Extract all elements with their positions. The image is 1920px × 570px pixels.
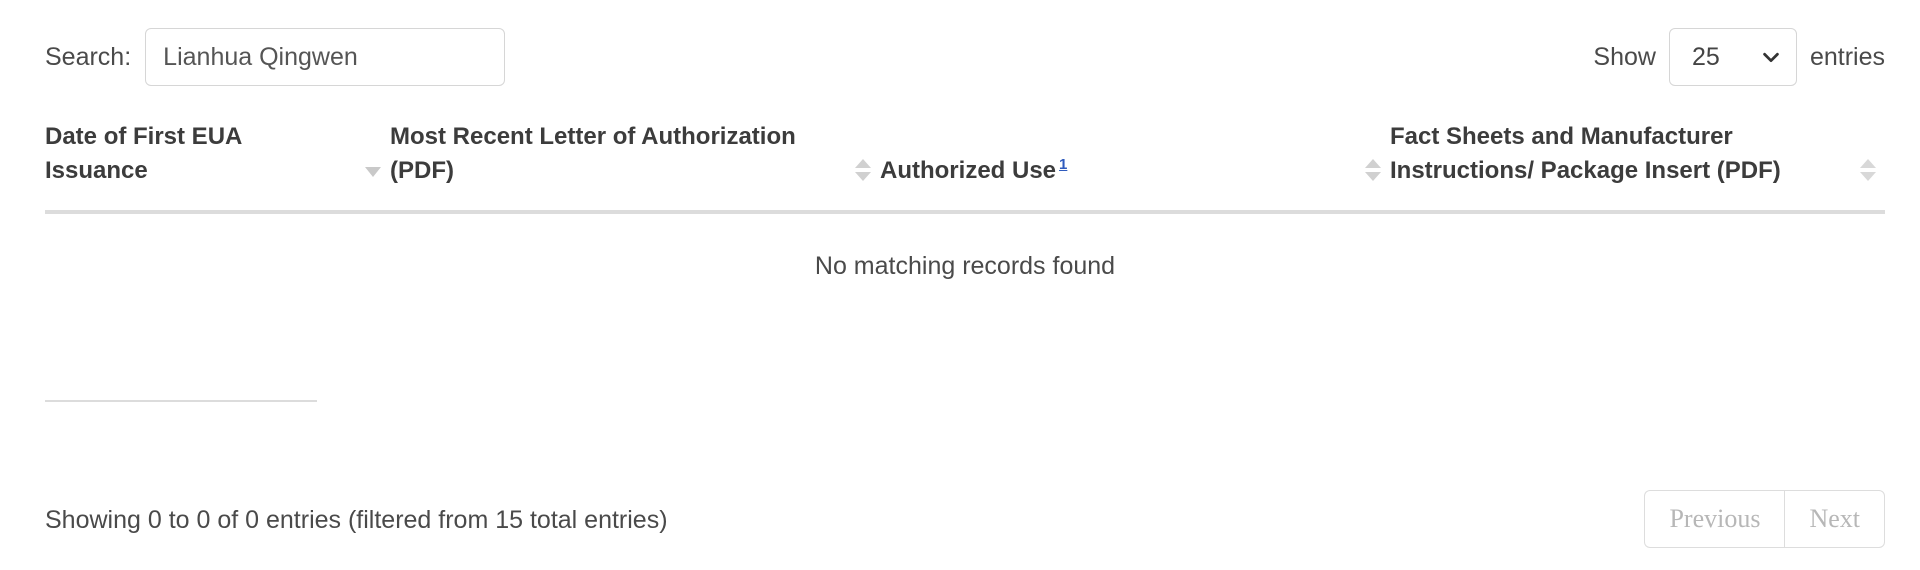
column-header-authorized-use[interactable]: Authorized Use 1 — [880, 120, 1390, 212]
column-header-label: Date of First EUA Issuance — [45, 123, 242, 185]
search-input[interactable] — [145, 28, 506, 86]
entries-per-page-select[interactable]: 25 — [1668, 28, 1797, 86]
column-header-date-of-first-eua-issuance[interactable]: Date of First EUA Issuance — [45, 120, 390, 212]
table-body: No matching records found — [45, 212, 1885, 315]
search-label: Search: — [45, 42, 132, 71]
table-header-row: Date of First EUA Issuance Most Recent L… — [45, 120, 1885, 213]
length-menu: Show 25 entries — [1593, 28, 1885, 86]
eua-data-table: Date of First EUA Issuance Most Recent L… — [45, 120, 1885, 315]
length-menu-prefix-label: Show — [1593, 42, 1656, 71]
search-filter: Search: — [45, 28, 506, 86]
table-head: Date of First EUA Issuance Most Recent L… — [45, 120, 1885, 213]
no-records-message: No matching records found — [814, 252, 1116, 281]
column-header-label: Fact Sheets and Manufacturer Instruction… — [1390, 123, 1781, 185]
sort-both-icon — [1857, 156, 1879, 184]
column-header-label: Authorized Use — [880, 157, 1057, 185]
column-header-label-wrap: Authorized Use 1 — [880, 154, 1390, 188]
table-bottom-rule — [45, 400, 317, 402]
table-controls: Search: Show 25 entries — [0, 0, 1920, 110]
pagination: Previous Next — [1644, 490, 1885, 548]
table-info-text: Showing 0 to 0 of 0 entries (filtered fr… — [45, 506, 668, 534]
table-empty-row: No matching records found — [45, 212, 1885, 315]
entries-per-page-value: 25 — [1691, 42, 1720, 71]
column-header-label: Most Recent Letter of Authorization (PDF… — [390, 123, 796, 185]
column-header-fact-sheets-and-manufacturer-instructions[interactable]: Fact Sheets and Manufacturer Instruction… — [1390, 120, 1885, 212]
previous-page-button[interactable]: Previous — [1644, 490, 1785, 548]
table-footer: Showing 0 to 0 of 0 entries (filtered fr… — [0, 490, 1920, 570]
sort-descending-icon — [362, 156, 384, 184]
datatable-page: Search: Show 25 entries Date of First EU… — [0, 0, 1920, 570]
sort-both-icon — [852, 156, 874, 184]
footnote-link-1[interactable]: 1 — [1059, 156, 1067, 173]
chevron-down-icon — [1760, 46, 1782, 68]
length-menu-suffix-label: entries — [1809, 42, 1885, 71]
sort-both-icon — [1362, 156, 1384, 184]
next-page-button[interactable]: Next — [1784, 490, 1885, 548]
column-header-most-recent-letter-of-authorization[interactable]: Most Recent Letter of Authorization (PDF… — [390, 120, 880, 212]
